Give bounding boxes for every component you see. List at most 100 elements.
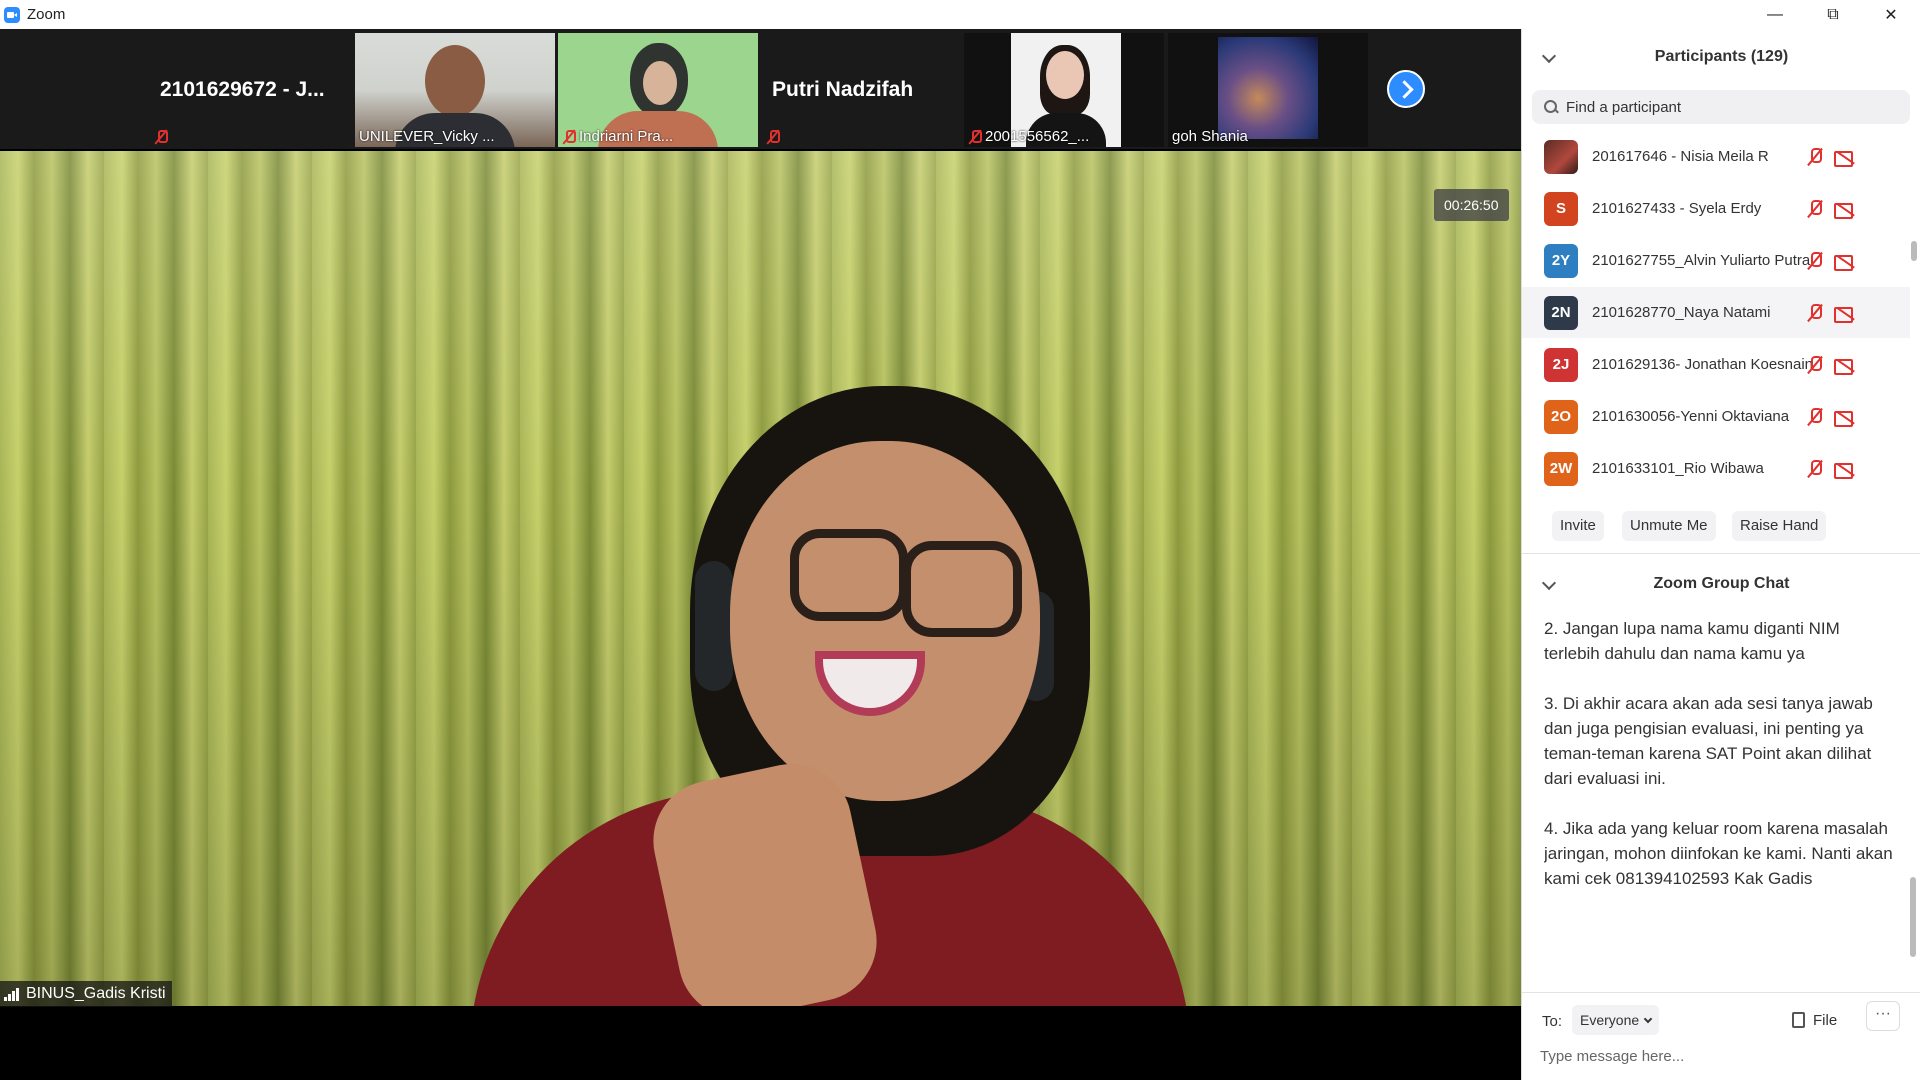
participant-name: 2101633101_Rio Wibawa xyxy=(1592,460,1764,477)
participant-name: UNILEVER_Vicky ... xyxy=(359,128,495,145)
participant-name: 2101630056-Yenni Oktaviana xyxy=(1592,408,1790,425)
close-button[interactable]: ✕ xyxy=(1862,0,1920,29)
message-input[interactable] xyxy=(1540,1041,1900,1071)
mic-muted-icon xyxy=(968,129,982,145)
mic-muted-icon[interactable] xyxy=(1806,251,1824,271)
mic-muted-icon xyxy=(154,129,168,145)
participant-name: 2101629136- Jonathan Koesnain xyxy=(1592,356,1814,373)
video-area: 2101629672 - J... UNILEVER_Vicky ... Ind… xyxy=(0,29,1521,1080)
video-thumbnail[interactable]: UNILEVER_Vicky ... xyxy=(355,33,555,147)
video-thumbnail[interactable]: goh Shania xyxy=(1168,33,1368,147)
video-off-icon[interactable] xyxy=(1834,148,1858,167)
speaker-glasses xyxy=(902,541,1022,637)
participant-list: 201617646 - Nisia Meila R S 2101627433 - S… xyxy=(1522,139,1910,499)
chat-scrollbar[interactable] xyxy=(1910,877,1916,957)
chat-message: 4. Jika ada yang keluar room karena masa… xyxy=(1544,819,1893,888)
avatar: 2J xyxy=(1544,347,1578,382)
mic-muted-icon[interactable] xyxy=(1806,147,1824,167)
mic-muted-icon xyxy=(562,129,576,145)
video-off-icon[interactable] xyxy=(1834,356,1858,375)
video-thumbnail[interactable]: Indriarni Pra... xyxy=(558,33,758,147)
mic-muted-icon[interactable] xyxy=(1806,459,1824,479)
speaker-headset xyxy=(695,561,733,691)
next-page-button[interactable] xyxy=(1387,70,1425,108)
connection-signal-icon xyxy=(4,987,20,1001)
recipient-select[interactable]: Everyone xyxy=(1572,1005,1660,1035)
participant-name: goh Shania xyxy=(1172,128,1248,145)
side-panel: Participants (129) 201617646 - Nisia Mei… xyxy=(1521,29,1920,1080)
video-off-icon[interactable] xyxy=(1834,200,1858,219)
more-options-button[interactable]: ··· xyxy=(1866,1001,1900,1031)
participant-row[interactable]: 2N 2101628770_Naya Natami xyxy=(1522,287,1910,338)
video-off-icon[interactable] xyxy=(1834,460,1858,479)
chat-header: Zoom Group Chat xyxy=(1522,556,1920,612)
chat-title: Zoom Group Chat xyxy=(1653,575,1790,592)
close-icon: ✕ xyxy=(1884,6,1898,24)
raise-hand-button[interactable]: Raise Hand xyxy=(1732,511,1827,541)
collapse-chevron-icon[interactable] xyxy=(1541,48,1557,64)
participants-title: Participants (129) xyxy=(1654,48,1789,65)
minimize-icon: — xyxy=(1767,5,1783,23)
speaker-name-label: BINUS_Gadis Kristi xyxy=(0,981,172,1007)
participant-name: 2101627755_Alvin Yuliarto Putra xyxy=(1592,252,1811,269)
participant-name: 201617646 - Nisia Meila R xyxy=(1592,148,1769,165)
unmute-me-button[interactable]: Unmute Me xyxy=(1622,511,1716,541)
avatar xyxy=(1544,139,1578,174)
mic-muted-icon[interactable] xyxy=(1806,355,1824,375)
window-title: Zoom xyxy=(27,6,66,23)
avatar: 2W xyxy=(1544,451,1578,486)
mic-muted-icon[interactable] xyxy=(1806,199,1824,219)
invite-button[interactable]: Invite xyxy=(1552,511,1604,541)
video-off-icon[interactable] xyxy=(1834,252,1858,271)
chat-composer: To: Everyone File ··· xyxy=(1522,992,1920,1080)
section-divider xyxy=(1522,553,1920,554)
participant-row[interactable]: S 2101627433 - Syela Erdy xyxy=(1522,183,1910,234)
file-icon xyxy=(1792,1012,1805,1028)
to-label: To: xyxy=(1542,1013,1563,1030)
participant-search[interactable] xyxy=(1532,90,1910,124)
meeting-timer: 00:26:50 xyxy=(1434,189,1509,221)
video-off-icon[interactable] xyxy=(1834,304,1858,323)
participant-photo xyxy=(1218,37,1318,139)
thumbnail-label: UNILEVER_Vicky ... xyxy=(359,128,495,145)
participant-name-display: Putri Nadzifah xyxy=(772,78,914,101)
window-controls: — ⧉ ✕ xyxy=(1746,0,1920,29)
title-bar: Zoom — ⧉ ✕ xyxy=(0,0,1920,29)
mic-muted-icon xyxy=(766,129,780,145)
video-thumbnail[interactable]: 2101629672 - J... xyxy=(150,33,350,147)
participant-name: 2101628770_Naya Natami xyxy=(1592,304,1771,321)
thumbnail-label: goh Shania xyxy=(1172,128,1248,145)
participant-row[interactable]: 2Y 2101627755_Alvin Yuliarto Putra xyxy=(1522,235,1910,286)
restore-button[interactable]: ⧉ xyxy=(1804,0,1862,29)
collapse-chevron-icon[interactable] xyxy=(1541,575,1557,591)
zoom-window: Zoom — ⧉ ✕ 2101629672 - J... UNILEVER_Vi… xyxy=(0,0,1920,1080)
video-off-icon[interactable] xyxy=(1834,408,1858,427)
zoom-logo-icon xyxy=(4,6,20,23)
participant-name: 2001556562_... xyxy=(985,128,1090,145)
thumbnail-label: 2001556562_... xyxy=(968,128,1089,145)
recipient-value: Everyone xyxy=(1580,1012,1640,1028)
participant-photo-face xyxy=(1046,51,1084,99)
file-button[interactable]: File xyxy=(1792,1005,1837,1035)
participant-actions: Invite Unmute Me Raise Hand xyxy=(1522,507,1920,547)
avatar: S xyxy=(1544,191,1578,226)
chat-message: 3. Di akhir acara akan ada sesi tanya ja… xyxy=(1544,694,1873,788)
mic-muted-icon[interactable] xyxy=(1806,407,1824,427)
active-speaker-video xyxy=(0,151,1521,1006)
mic-muted-icon[interactable] xyxy=(1806,303,1824,323)
participant-row[interactable]: 2O 2101630056-Yenni Oktaviana xyxy=(1522,391,1910,442)
participant-row[interactable]: 2J 2101629136- Jonathan Koesnain xyxy=(1522,339,1910,390)
restore-icon: ⧉ xyxy=(1827,5,1839,23)
participant-search-input[interactable] xyxy=(1566,98,1896,116)
participant-row[interactable]: 201617646 - Nisia Meila R xyxy=(1522,131,1910,182)
video-thumbnail[interactable]: 2001556562_... xyxy=(964,33,1164,147)
participant-video xyxy=(425,45,485,117)
video-thumbnail[interactable]: Putri Nadzifah xyxy=(762,33,962,147)
minimize-button[interactable]: — xyxy=(1746,0,1804,29)
chat-messages: 2. Jangan lupa nama kamu diganti NIM ter… xyxy=(1544,616,1894,956)
participant-row[interactable]: 2W 2101633101_Rio Wibawa xyxy=(1522,443,1910,494)
participant-video-face xyxy=(643,61,677,105)
thumbnail-label xyxy=(154,129,168,145)
participant-list-scrollbar[interactable] xyxy=(1911,241,1917,261)
search-icon xyxy=(1544,100,1558,114)
